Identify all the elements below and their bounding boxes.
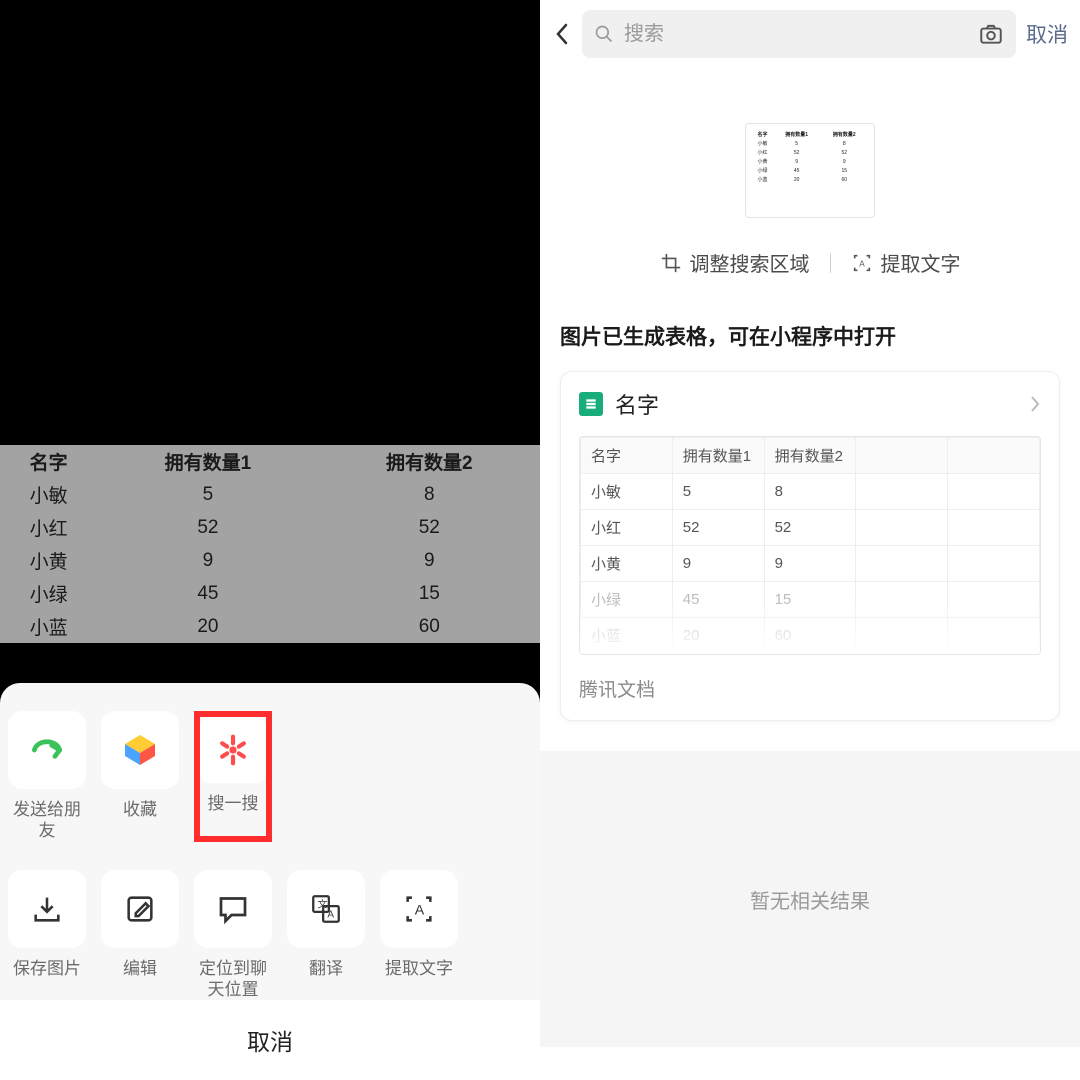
divider	[830, 253, 831, 273]
tool-label: 提取文字	[881, 248, 961, 277]
action-label: 翻译	[309, 958, 343, 979]
cell: 60	[319, 610, 540, 643]
chat-bubble-icon	[194, 870, 272, 948]
no-result-area: 暂无相关结果	[540, 751, 1080, 1047]
cell: 5	[97, 478, 318, 511]
search-icon	[594, 24, 614, 44]
image-table-region: 名字 拥有数量1 拥有数量2 小敏58 小红5252 小黄99 小绿4515 小…	[0, 445, 540, 643]
search-input[interactable]	[624, 23, 968, 46]
col-header: 拥有数量1	[672, 438, 764, 474]
spark-icon	[200, 717, 266, 783]
cell: 9	[97, 544, 318, 577]
col-header: 拥有数量2	[764, 438, 856, 474]
cell: 20	[97, 610, 318, 643]
svg-text:文: 文	[318, 897, 328, 910]
image-table: 名字 拥有数量1 拥有数量2 小敏58 小红5252 小黄99 小绿4515 小…	[0, 445, 540, 643]
cell: 8	[319, 478, 540, 511]
col-header: 拥有数量2	[319, 445, 540, 478]
action-send-to-friend[interactable]: 发送给朋友	[8, 711, 86, 842]
search-cancel[interactable]: 取消	[1026, 19, 1068, 49]
cell: 9	[319, 544, 540, 577]
svg-text:A: A	[415, 902, 425, 918]
tool-label: 调整搜索区域	[690, 248, 810, 277]
action-sheet-cancel[interactable]: 取消	[0, 1000, 540, 1080]
tool-ocr[interactable]: A 提取文字	[851, 248, 961, 277]
right-search-screen: 取消 名字拥有数量1拥有数量2 小敏58 小红5252 小黄99 小绿4515 …	[540, 0, 1080, 1047]
download-icon	[8, 870, 86, 948]
query-image-thumb[interactable]: 名字拥有数量1拥有数量2 小敏58 小红5252 小黄99 小绿4515 小蓝2…	[540, 68, 1080, 238]
cube-icon	[101, 711, 179, 789]
svg-text:A: A	[327, 909, 334, 920]
col-header: 名字	[0, 445, 97, 478]
action-label: 保存图片	[13, 958, 81, 979]
chevron-right-icon	[1029, 394, 1041, 414]
ocr-icon: A	[380, 870, 458, 948]
action-row-1: 发送给朋友 收藏 搜一搜	[0, 683, 540, 842]
image-black-gap	[0, 643, 540, 683]
tool-crop[interactable]: 调整搜索区域	[660, 248, 810, 277]
action-translate[interactable]: 文A 翻译	[287, 870, 365, 1001]
cell: 52	[97, 511, 318, 544]
col-header	[856, 438, 948, 474]
cell: 小红	[0, 511, 97, 544]
action-save-image[interactable]: 保存图片	[8, 870, 86, 1001]
action-favorite[interactable]: 收藏	[101, 711, 179, 842]
crop-icon	[660, 252, 682, 274]
action-label: 收藏	[123, 799, 157, 820]
col-header: 名字	[581, 438, 673, 474]
action-label: 搜一搜	[208, 793, 259, 814]
translate-icon: 文A	[287, 870, 365, 948]
camera-icon[interactable]	[978, 21, 1004, 47]
doc-card-header: 名字	[561, 372, 1059, 436]
col-header	[948, 438, 1040, 474]
action-row-2: 保存图片 编辑 定位到聊天位置 文A 翻译	[0, 842, 540, 1001]
action-search-highlighted[interactable]: 搜一搜	[194, 711, 272, 842]
cell: 小敏	[0, 478, 97, 511]
col-header: 拥有数量1	[97, 445, 318, 478]
search-result-area: 名字拥有数量1拥有数量2 小敏58 小红5252 小黄99 小绿4515 小蓝2…	[540, 68, 1080, 751]
doc-title: 名字	[615, 388, 1017, 420]
share-icon	[8, 711, 86, 789]
svg-text:A: A	[859, 259, 865, 268]
action-label: 定位到聊天位置	[194, 958, 272, 1001]
cell: 小绿	[0, 577, 97, 610]
cell: 45	[97, 577, 318, 610]
image-black-area	[0, 0, 540, 445]
left-image-viewer: 名字 拥有数量1 拥有数量2 小敏58 小红5252 小黄99 小绿4515 小…	[0, 0, 540, 1047]
search-bar: 取消	[540, 0, 1080, 68]
edit-icon	[101, 870, 179, 948]
action-extract-text[interactable]: A 提取文字	[380, 870, 458, 1001]
cell: 小黄	[0, 544, 97, 577]
search-input-container[interactable]	[582, 10, 1016, 58]
cell: 52	[319, 511, 540, 544]
doc-table-preview: 名字 拥有数量1 拥有数量2 小敏58 小红5252 小黄99 小绿4515 小…	[579, 436, 1041, 655]
image-tools: 调整搜索区域 A 提取文字	[540, 238, 1080, 307]
action-edit[interactable]: 编辑	[101, 870, 179, 1001]
cell: 小蓝	[0, 610, 97, 643]
ocr-icon: A	[851, 252, 873, 274]
spreadsheet-icon	[579, 392, 603, 416]
result-section-title: 图片已生成表格，可在小程序中打开	[540, 307, 1080, 371]
doc-source-label: 腾讯文档	[561, 655, 1059, 720]
no-result-text: 暂无相关结果	[750, 885, 870, 914]
action-label: 编辑	[123, 958, 157, 979]
thumb-image: 名字拥有数量1拥有数量2 小敏58 小红5252 小黄99 小绿4515 小蓝2…	[745, 123, 875, 218]
action-label: 发送给朋友	[8, 799, 86, 842]
back-button[interactable]	[552, 19, 572, 49]
action-locate-in-chat[interactable]: 定位到聊天位置	[194, 870, 272, 1001]
action-label: 提取文字	[385, 958, 453, 979]
tencent-doc-card[interactable]: 名字 名字 拥有数量1 拥有数量2 小敏58 小红5252 小黄99	[560, 371, 1060, 721]
cell: 15	[319, 577, 540, 610]
action-sheet: 发送给朋友 收藏 搜一搜 保存图片	[0, 683, 540, 1080]
